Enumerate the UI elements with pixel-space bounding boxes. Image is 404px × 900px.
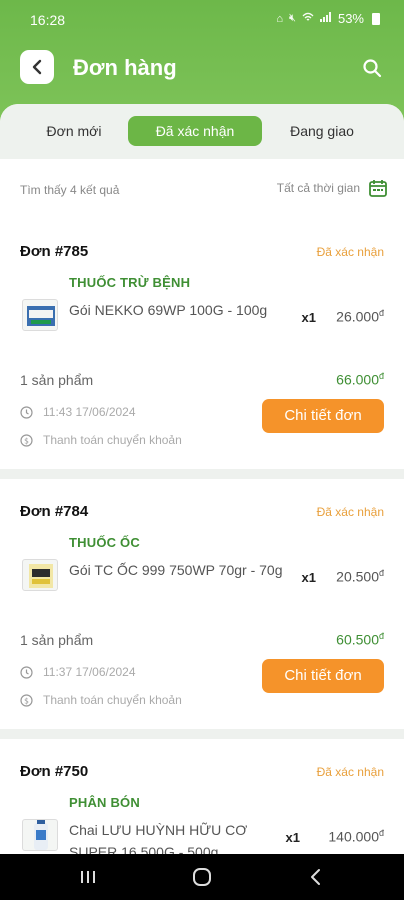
order-divider bbox=[0, 469, 404, 479]
home-button[interactable] bbox=[182, 862, 222, 892]
product-category: PHÂN BÓN bbox=[69, 795, 140, 810]
order-card: Đơn #750 Đã xác nhận PHÂN BÓN Chai LƯU H… bbox=[0, 739, 404, 854]
product-category: THUỐC ỐC bbox=[69, 535, 140, 550]
product-price: 20.500đ bbox=[336, 568, 384, 585]
currency-icon: $ bbox=[20, 693, 33, 707]
recent-apps-icon bbox=[81, 871, 95, 883]
order-number: Đơn #784 bbox=[20, 503, 89, 520]
system-back-button[interactable] bbox=[296, 862, 336, 892]
signal-icon bbox=[319, 12, 332, 25]
order-total: 66.000đ bbox=[336, 371, 384, 388]
chevron-left-icon bbox=[32, 59, 42, 75]
product-quantity: x1 bbox=[301, 570, 316, 585]
back-arrow-icon bbox=[311, 869, 320, 885]
status-bar: 16:28 ⌂ 🔇︎ 53% bbox=[0, 0, 404, 40]
clock-icon bbox=[20, 405, 33, 419]
recent-apps-button[interactable] bbox=[68, 862, 108, 892]
home-circle-icon bbox=[193, 868, 211, 886]
order-detail-button[interactable]: Chi tiết đơn bbox=[262, 659, 384, 693]
search-icon bbox=[363, 59, 382, 78]
status-icons: ⌂ 🔇︎ 53% bbox=[276, 11, 380, 26]
items-count: 1 sản phẩm bbox=[20, 632, 94, 648]
tab-new-orders[interactable]: Đơn mới bbox=[20, 116, 128, 146]
order-status: Đã xác nhận bbox=[316, 765, 384, 779]
order-total: 60.500đ bbox=[336, 631, 384, 648]
order-divider bbox=[0, 729, 404, 739]
home-icon: ⌂ bbox=[276, 12, 284, 25]
product-quantity: x1 bbox=[301, 310, 316, 325]
main-content: Đơn mới Đã xác nhận Đang giao Tìm thấy 4… bbox=[0, 104, 404, 854]
status-time: 16:28 bbox=[30, 12, 66, 28]
time-filter-label: Tất cả thời gian bbox=[276, 181, 360, 195]
result-count: Tìm thấy 4 kết quả bbox=[20, 183, 120, 197]
order-datetime: 11:37 17/06/2024 bbox=[20, 665, 136, 679]
order-datetime: 11:43 17/06/2024 bbox=[20, 405, 136, 419]
wifi-icon bbox=[302, 12, 314, 25]
order-card: Đơn #785 Đã xác nhận THUỐC TRỪ BỆNH Gói … bbox=[0, 219, 404, 469]
product-price: 26.000đ bbox=[336, 308, 384, 325]
order-card: Đơn #784 Đã xác nhận THUỐC ỐC Gói TC ỐC … bbox=[0, 479, 404, 729]
order-number: Đơn #750 bbox=[20, 763, 89, 780]
tab-confirmed[interactable]: Đã xác nhận bbox=[128, 116, 262, 146]
clock-icon bbox=[20, 665, 33, 679]
page-title: Đơn hàng bbox=[73, 55, 177, 80]
product-image bbox=[22, 819, 58, 851]
order-status: Đã xác nhận bbox=[316, 245, 384, 259]
order-number: Đơn #785 bbox=[20, 243, 89, 260]
battery-icon bbox=[372, 12, 380, 25]
product-name: Chai LƯU HUỲNH HỮU CƠ SUPER 16 500G - 50… bbox=[69, 822, 248, 854]
system-nav-bar bbox=[0, 854, 404, 900]
product-name: Gói TC ỐC 999 750WP 70gr - 70g bbox=[69, 562, 283, 578]
tab-delivering[interactable]: Đang giao bbox=[268, 116, 376, 146]
back-button[interactable] bbox=[20, 50, 54, 84]
search-button[interactable] bbox=[356, 52, 388, 84]
currency-icon: $ bbox=[20, 433, 33, 447]
battery-percent: 53% bbox=[337, 11, 364, 26]
calendar-icon bbox=[369, 180, 387, 197]
product-price: 140.000đ bbox=[328, 828, 384, 845]
time-filter[interactable]: Tất cả thời gian bbox=[277, 178, 388, 198]
product-category: THUỐC TRỪ BỆNH bbox=[69, 275, 191, 290]
order-status: Đã xác nhận bbox=[316, 505, 384, 519]
payment-method: $ Thanh toán chuyển khoản bbox=[20, 693, 182, 707]
filter-row: Tìm thấy 4 kết quả Tất cả thời gian bbox=[0, 159, 404, 219]
payment-method: $ Thanh toán chuyển khoản bbox=[20, 433, 182, 447]
mute-icon: 🔇︎ bbox=[289, 12, 296, 24]
order-detail-button[interactable]: Chi tiết đơn bbox=[262, 399, 384, 433]
product-name: Gói NEKKO 69WP 100G - 100g bbox=[69, 302, 268, 318]
order-tabs: Đơn mới Đã xác nhận Đang giao bbox=[0, 104, 404, 159]
product-image bbox=[22, 299, 58, 331]
app-bar: Đơn hàng bbox=[0, 48, 404, 88]
svg-text:$: $ bbox=[24, 436, 29, 445]
product-image bbox=[22, 559, 58, 591]
product-quantity: x1 bbox=[285, 830, 300, 845]
items-count: 1 sản phẩm bbox=[20, 372, 94, 388]
svg-text:$: $ bbox=[24, 696, 29, 705]
